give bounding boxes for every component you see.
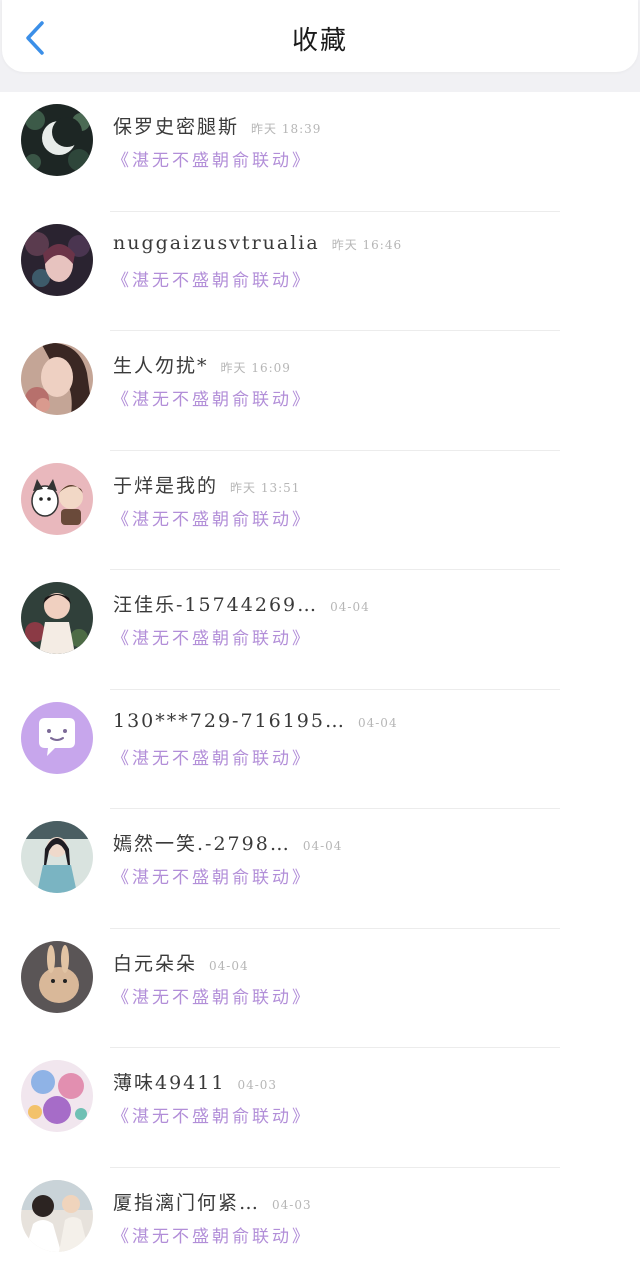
list-item[interactable]: 汪佳乐-15744269… 04-04 《湛无不盛朝俞联动》 bbox=[0, 570, 640, 690]
favorite-content: 《湛无不盛朝俞联动》 bbox=[112, 505, 312, 530]
avatar[interactable] bbox=[21, 821, 93, 893]
timestamp: 04-03 bbox=[237, 1078, 277, 1092]
list-item[interactable]: 保罗史密腿斯昨天 18:39 《湛无不盛朝俞联动》 bbox=[0, 92, 640, 212]
list-item[interactable]: 于烊是我的昨天 13:51 《湛无不盛朝俞联动》 bbox=[0, 451, 640, 571]
favorite-content: 《湛无不盛朝俞联动》 bbox=[112, 266, 312, 291]
timestamp: 昨天 16:09 bbox=[221, 361, 291, 375]
header-card: 收藏 bbox=[2, 0, 638, 72]
favorite-content: 《湛无不盛朝俞联动》 bbox=[112, 624, 312, 649]
list-item[interactable]: 生人勿扰* 昨天 16:09 《湛无不盛朝俞联动》 bbox=[0, 331, 640, 451]
avatar[interactable] bbox=[21, 1060, 93, 1132]
list-item[interactable]: nuggaizusvtrualia 昨天 16:46 《湛无不盛朝俞联动》 bbox=[0, 212, 640, 332]
sender-name: 厦指漓门何紧… bbox=[113, 1192, 260, 1214]
timestamp: 04-04 bbox=[209, 959, 249, 973]
favorite-content: 《湛无不盛朝俞联动》 bbox=[112, 744, 312, 769]
sender-name: 白元朵朵 bbox=[113, 953, 197, 975]
favorite-content: 《湛无不盛朝俞联动》 bbox=[112, 863, 312, 888]
avatar[interactable] bbox=[21, 702, 93, 774]
timestamp: 04-04 bbox=[303, 839, 343, 853]
list-item[interactable]: 130***729-716195… 04-04 《湛无不盛朝俞联动》 bbox=[0, 690, 640, 810]
page-title: 收藏 bbox=[2, 20, 638, 57]
favorite-content: 《湛无不盛朝俞联动》 bbox=[112, 1222, 312, 1247]
timestamp: 昨天 13:51 bbox=[230, 481, 300, 495]
sender-name: 汪佳乐-15744269… bbox=[113, 594, 318, 616]
avatar[interactable] bbox=[21, 941, 93, 1013]
sender-name: 保罗史密腿斯 bbox=[113, 116, 239, 138]
favorite-content: 《湛无不盛朝俞联动》 bbox=[112, 385, 312, 410]
avatar[interactable] bbox=[21, 463, 93, 535]
sender-name: 于烊是我的 bbox=[113, 475, 218, 497]
list-item[interactable]: 厦指漓门何紧… 04-03 《湛无不盛朝俞联动》 bbox=[0, 1168, 640, 1287]
timestamp: 04-04 bbox=[358, 716, 398, 730]
avatar[interactable] bbox=[21, 343, 93, 415]
timestamp: 昨天 16:46 bbox=[332, 238, 402, 252]
favorite-content: 《湛无不盛朝俞联动》 bbox=[112, 146, 312, 171]
timestamp: 04-04 bbox=[330, 600, 370, 614]
favorite-content: 《湛无不盛朝俞联动》 bbox=[112, 1102, 312, 1127]
avatar[interactable] bbox=[21, 582, 93, 654]
sender-name: 薄味49411 bbox=[113, 1072, 225, 1094]
list-item[interactable]: 白元朵朵 04-04 《湛无不盛朝俞联动》 bbox=[0, 929, 640, 1049]
header-bar: 收藏 bbox=[0, 0, 640, 92]
avatar[interactable] bbox=[21, 104, 93, 176]
sender-name: 生人勿扰* bbox=[113, 355, 209, 377]
sender-name: nuggaizusvtrualia bbox=[113, 232, 320, 254]
list-item[interactable]: 薄味49411 04-03 《湛无不盛朝俞联动》 bbox=[0, 1048, 640, 1168]
sender-name: 130***729-716195… bbox=[113, 710, 346, 732]
avatar[interactable] bbox=[21, 224, 93, 296]
favorites-list: 保罗史密腿斯昨天 18:39 《湛无不盛朝俞联动》 nuggaizusvtrua… bbox=[0, 92, 640, 1287]
favorite-content: 《湛无不盛朝俞联动》 bbox=[112, 983, 312, 1008]
list-item[interactable]: 嫣然一笑.-2798… 04-04 《湛无不盛朝俞联动》 bbox=[0, 809, 640, 929]
timestamp: 04-03 bbox=[272, 1198, 312, 1212]
timestamp: 昨天 18:39 bbox=[251, 122, 321, 136]
sender-name: 嫣然一笑.-2798… bbox=[113, 833, 291, 855]
avatar[interactable] bbox=[21, 1180, 93, 1252]
